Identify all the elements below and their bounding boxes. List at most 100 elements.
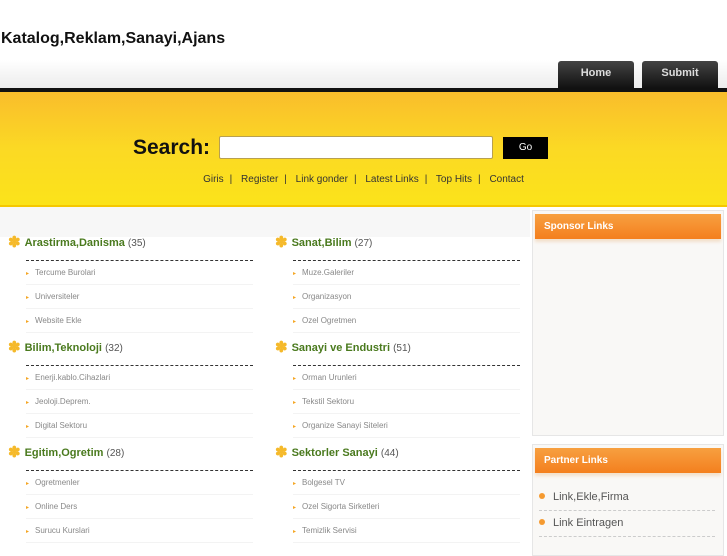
bullet-icon: ▸ [293, 481, 297, 487]
category-count: (27) [354, 238, 373, 249]
subcategory-link[interactable]: ▸ Organize Sanayi Siteleri [293, 414, 520, 438]
subcategory-link[interactable]: ▸ Ogretmenler [26, 471, 253, 495]
subcategory-label: Ogretmenler [35, 478, 80, 487]
subcategory-link[interactable]: ▸ Tercume Burolari [26, 261, 253, 285]
subcategory-link[interactable]: ▸ Surucu Kurslari [26, 519, 253, 543]
bullet-icon: ▸ [293, 400, 297, 406]
category-heading[interactable]: ✽ Arastirma,Danisma (35) [8, 234, 253, 251]
bullet-icon: ▸ [26, 481, 30, 487]
star-icon: ✽ [275, 339, 288, 356]
subcategory-label: Bolgesel TV [302, 478, 346, 487]
subcategory-link[interactable]: ▸ Organizasyon [293, 285, 520, 309]
bullet-icon: ▸ [26, 529, 30, 535]
star-icon: ✽ [275, 444, 288, 461]
category-title[interactable]: Arastirma,Danisma [25, 237, 125, 249]
subcategory-link[interactable]: ▸ Bolgesel TV [293, 471, 520, 495]
subcategory-link[interactable]: ▸ Website Ekle [26, 309, 253, 333]
subcategory-label: Ozel Ogretmen [302, 316, 357, 325]
subcategory-link[interactable]: ▸ Muze.Galeriler [293, 261, 520, 285]
bullet-icon: ▸ [26, 505, 30, 511]
star-icon: ✽ [8, 234, 21, 251]
subcategory-link[interactable]: ▸ Tekstil Sektoru [293, 390, 520, 414]
subcategory-label: Ozel Sigorta Sirketleri [302, 502, 380, 511]
bullet-icon: ▸ [26, 271, 30, 277]
separator: | [424, 174, 428, 185]
subcategory-label: Surucu Kurslari [35, 526, 90, 535]
top-links: Giris | Register | Link gonder | Latest Lin… [0, 174, 727, 185]
link-contact[interactable]: Contact [489, 174, 523, 185]
link-latest-links[interactable]: Latest Links [365, 174, 418, 185]
separator: | [284, 174, 287, 185]
subcategory-link[interactable]: ▸ Orman Urunleri [293, 366, 520, 390]
subcategory-label: Universiteler [35, 292, 80, 301]
link-giris[interactable]: Giris [203, 174, 224, 185]
partner-link-label: Link,Ekle,Firma [553, 491, 629, 503]
search-input[interactable] [219, 136, 493, 159]
subcategory-link[interactable]: ▸ Temizlik Servisi [293, 519, 520, 543]
star-icon: ✽ [275, 234, 288, 251]
category-block: ✽ Bilim,Teknoloji (32) ▸ Enerji.kablo.Cihaz… [8, 339, 253, 438]
subcategory-label: Tercume Burolari [35, 268, 96, 277]
category-count: (32) [105, 343, 123, 354]
subcategory-link[interactable]: ▸ Enerji.kablo.Cihazlari [26, 366, 253, 390]
category-count: (51) [393, 343, 411, 354]
bullet-icon: ▸ [26, 295, 30, 301]
subcategory-link[interactable]: ▸ Online Ders [26, 495, 253, 519]
subcategory-label: Organize Sanayi Siteleri [302, 421, 388, 430]
partner-link-label: Link Eintragen [553, 517, 624, 529]
tab-home[interactable]: Home [558, 61, 634, 88]
category-title[interactable]: Egitim,Ogretim [25, 447, 104, 459]
subcategory-link[interactable]: ▸ Jeoloji.Deprem. [26, 390, 253, 414]
bullet-icon: ▸ [293, 376, 297, 382]
category-heading[interactable]: ✽ Sanayi ve Endustri (51) [275, 339, 520, 356]
go-button[interactable]: Go [503, 137, 548, 159]
subcategory-label: Tekstil Sektoru [302, 397, 355, 406]
bullet-icon: ▸ [293, 424, 297, 430]
partner-link[interactable]: Link Eintragen [539, 511, 715, 537]
site-title: Katalog,Reklam,Sanayi,Ajans [1, 30, 226, 47]
category-title[interactable]: Sektorler Sanayi [292, 447, 378, 459]
category-title[interactable]: Bilim,Teknoloji [25, 342, 102, 354]
bullet-icon: ▸ [293, 295, 297, 301]
category-title[interactable]: Sanat,Bilim [292, 237, 352, 249]
star-icon: ✽ [8, 444, 21, 461]
category-heading[interactable]: ✽ Sektorler Sanayi (44) [275, 444, 520, 461]
subcategory-label: Muze.Galeriler [302, 268, 355, 277]
subcategory-link[interactable]: ▸ Ozel Sigorta Sirketleri [293, 495, 520, 519]
content-strip [0, 207, 530, 237]
category-block: ✽ Egitim,Ogretim (28) ▸ Ogretmenler ▸ Online … [8, 444, 253, 543]
category-count: (28) [106, 448, 125, 459]
tab-submit[interactable]: Submit [642, 61, 718, 88]
category-block: ✽ Sektorler Sanayi (44) ▸ Bolgesel TV ▸ Ozel … [275, 444, 520, 543]
category-heading[interactable]: ✽ Bilim,Teknoloji (32) [8, 339, 253, 356]
subcategory-link[interactable]: ▸ Digital Sektoru [26, 414, 253, 438]
subcategory-link[interactable]: ▸ Universiteler [26, 285, 253, 309]
subcategory-label: Online Ders [35, 502, 78, 511]
category-count: (35) [127, 238, 146, 249]
separator: | [353, 174, 357, 185]
partner-links-header: Partner Links [535, 448, 721, 473]
bullet-icon: ▸ [293, 505, 297, 511]
category-block: ✽ Arastirma,Danisma (35) ▸ Tercume Burolari… [8, 234, 253, 333]
category-heading[interactable]: ✽ Egitim,Ogretim (28) [8, 444, 253, 461]
separator: | [229, 174, 233, 185]
subcategory-label: Organizasyon [302, 292, 352, 301]
link-register[interactable]: Register [241, 174, 278, 185]
partner-link[interactable]: Link,Ekle,Firma [539, 485, 715, 511]
subcategory-link[interactable]: ▸ Ozel Ogretmen [293, 309, 520, 333]
subcategory-label: Enerji.kablo.Cihazlari [35, 373, 111, 382]
link-top-hits[interactable]: Top Hits [436, 174, 472, 185]
search-label: Search: [133, 136, 211, 159]
sponsor-links-header: Sponsor Links [535, 214, 721, 239]
bullet-icon: ▸ [26, 376, 30, 382]
link-link-gonder[interactable]: Link gonder [296, 174, 348, 185]
category-block: ✽ Sanat,Bilim (27) ▸ Muze.Galeriler ▸ Organiz… [275, 234, 520, 333]
category-heading[interactable]: ✽ Sanat,Bilim (27) [275, 234, 520, 251]
bullet-icon: ▸ [293, 271, 297, 277]
subcategory-label: Digital Sektoru [35, 421, 88, 430]
category-title[interactable]: Sanayi ve Endustri [292, 342, 390, 354]
star-icon: ✽ [8, 339, 21, 356]
subcategory-label: Website Ekle [35, 316, 82, 325]
category-block: ✽ Sanayi ve Endustri (51) ▸ Orman Urunleri ▸… [275, 339, 520, 438]
bullet-icon [539, 519, 545, 525]
